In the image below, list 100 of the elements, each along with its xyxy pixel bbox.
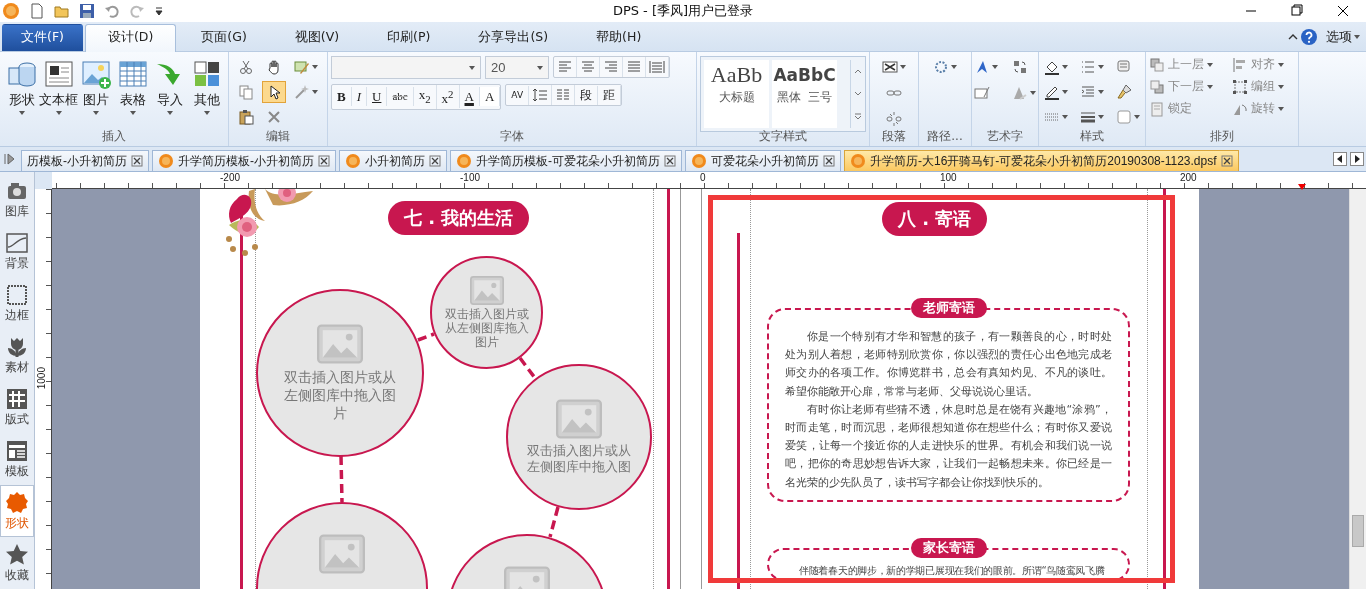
menu-tab[interactable]: 视图(V): [271, 24, 363, 51]
brush-icon[interactable]: [1116, 84, 1132, 100]
text-style-option[interactable]: AaBb 大标题: [704, 60, 769, 128]
format-button[interactable]: x$_{2}$: [413, 85, 437, 109]
close-tab-icon[interactable]: [1220, 155, 1233, 167]
group-label: 编辑: [265, 128, 291, 145]
sidebar-item[interactable]: 素材: [0, 329, 34, 382]
caret-icon[interactable]: [1098, 115, 1104, 119]
expand-gallery-icon[interactable]: [853, 111, 863, 122]
swap-icon[interactable]: [1012, 59, 1028, 75]
sidebar-item[interactable]: 收藏: [0, 537, 34, 589]
picture-placeholder[interactable]: 双击插入图片或从左侧图库中拖入图: [506, 364, 652, 510]
group-label: 样式: [1079, 128, 1105, 145]
options-menu[interactable]: 选项: [1326, 27, 1352, 46]
caret-icon[interactable]: [1062, 90, 1068, 94]
text-effect-icon[interactable]: [974, 59, 990, 75]
font-family-field[interactable]: [331, 56, 481, 79]
paragraph-button[interactable]: 段: [575, 85, 599, 105]
new-document-icon[interactable]: [29, 3, 45, 19]
close-tab-icon[interactable]: [664, 155, 676, 167]
document-tab[interactable]: 升学简历模板-可爱花朵小升初简历: [450, 150, 682, 171]
insert-button[interactable]: 其他: [188, 56, 225, 115]
menu-tab[interactable]: 帮助(H): [573, 24, 665, 51]
caret-icon[interactable]: [900, 65, 906, 69]
sidebar-item[interactable]: 边框: [0, 277, 34, 330]
caret-icon[interactable]: [992, 65, 998, 69]
format-button[interactable]: U: [367, 87, 388, 107]
distribute-icon[interactable]: [646, 57, 669, 77]
sidebar-item[interactable]: 形状: [0, 485, 34, 538]
insert-button[interactable]: 导入: [151, 56, 188, 115]
group-icon: [1232, 78, 1248, 95]
pen-icon[interactable]: [1044, 84, 1060, 100]
format-button[interactable]: A: [459, 87, 480, 107]
delete-icon[interactable]: [266, 109, 282, 125]
close-tab-icon[interactable]: [318, 155, 330, 167]
caret-icon[interactable]: [1098, 90, 1104, 94]
sidebar-item[interactable]: 背景: [0, 225, 34, 278]
fill-bucket-icon[interactable]: [1044, 59, 1060, 75]
cut-icon[interactable]: [238, 59, 254, 75]
caret-icon[interactable]: [1354, 34, 1360, 39]
menu-tab[interactable]: 页面(G): [178, 24, 270, 51]
close-tab-icon[interactable]: [131, 155, 143, 167]
paragraph-button[interactable]: 距: [598, 85, 622, 105]
menu-tab[interactable]: 设计(D): [84, 24, 177, 52]
caret-icon[interactable]: [312, 90, 318, 94]
caret-icon[interactable]: [1098, 65, 1104, 69]
scroll-right-icon[interactable]: [1350, 152, 1364, 166]
caret-icon[interactable]: [312, 65, 318, 69]
insert-button[interactable]: 表格: [114, 56, 151, 115]
insert-button[interactable]: 文本框: [40, 56, 77, 115]
picture-placeholder[interactable]: 双击插入图片或从左侧图库中拖入图片: [256, 289, 424, 457]
arrange-button[interactable]: 对齐: [1232, 56, 1295, 73]
sidebar-item[interactable]: 版式: [0, 381, 34, 434]
text-style-option[interactable]: AaBbC 黑体 三号: [772, 60, 837, 128]
line-weight-icon[interactable]: [1080, 109, 1096, 125]
section-title: 八 . 寄语: [882, 202, 988, 236]
sidebar-item[interactable]: 图库: [0, 174, 34, 226]
insert-button[interactable]: 图片: [77, 56, 114, 115]
frame-icon[interactable]: [882, 59, 898, 75]
menu-tab[interactable]: 文件(F): [2, 24, 83, 51]
format-button[interactable]: x$^{2}$: [436, 85, 460, 109]
document-tab[interactable]: 可爱花朵小升初简历: [685, 150, 841, 171]
customize-caret-icon[interactable]: [154, 6, 164, 16]
caret-icon[interactable]: [1030, 91, 1036, 95]
scroll-left-icon[interactable]: [1333, 152, 1347, 166]
background-icon: [5, 231, 29, 256]
undo-icon[interactable]: [104, 3, 120, 19]
format-button[interactable]: B: [332, 87, 352, 107]
picture-placeholder[interactable]: 双击插入图片或从左侧图库拖入图片: [430, 256, 543, 369]
unlink-icon[interactable]: [886, 111, 902, 127]
save-icon[interactable]: [79, 3, 95, 19]
paste-icon[interactable]: [238, 109, 254, 125]
flower-shape-icon: [5, 490, 29, 515]
text-warp-icon[interactable]: [974, 85, 990, 101]
hand-icon[interactable]: [266, 59, 282, 75]
arrange-button[interactable]: 上一层: [1149, 56, 1224, 73]
folder-icon[interactable]: [54, 3, 70, 19]
close-tab-icon[interactable]: [823, 155, 835, 167]
caret-icon[interactable]: [1134, 115, 1140, 119]
dashed-connector: [548, 506, 560, 538]
menu-tab[interactable]: 分享导出(S): [455, 24, 572, 51]
caret-icon[interactable]: [1062, 115, 1068, 119]
format-button[interactable]: A: [479, 87, 501, 107]
document-tab[interactable]: 历模板-小升初简历: [21, 150, 149, 171]
insert-button[interactable]: 形状: [3, 56, 40, 115]
document-tab[interactable]: 小升初简历: [339, 150, 447, 171]
close-tab-icon[interactable]: [429, 155, 441, 167]
sidebar-item[interactable]: 模板: [0, 433, 34, 486]
document-tab[interactable]: 升学简历-大16开骑马钉-可爱花朵小升初简历20190308-1123.dpsf: [844, 150, 1239, 171]
font-size-field[interactable]: 20: [485, 56, 549, 79]
caret-icon[interactable]: [1062, 65, 1068, 69]
scrollbar-thumb[interactable]: [1352, 515, 1364, 547]
help-icon[interactable]: [1300, 27, 1318, 46]
caret-icon[interactable]: [951, 65, 957, 69]
document-tab[interactable]: 升学简历模板-小升初简历: [152, 150, 336, 171]
vertical-scrollbar[interactable]: [1349, 189, 1366, 589]
format-button[interactable]: I: [351, 87, 367, 107]
menu-tab[interactable]: 印刷(P): [364, 24, 454, 51]
character-spacing-button[interactable]: AV: [506, 85, 530, 105]
path-ring-icon[interactable]: [933, 59, 949, 75]
